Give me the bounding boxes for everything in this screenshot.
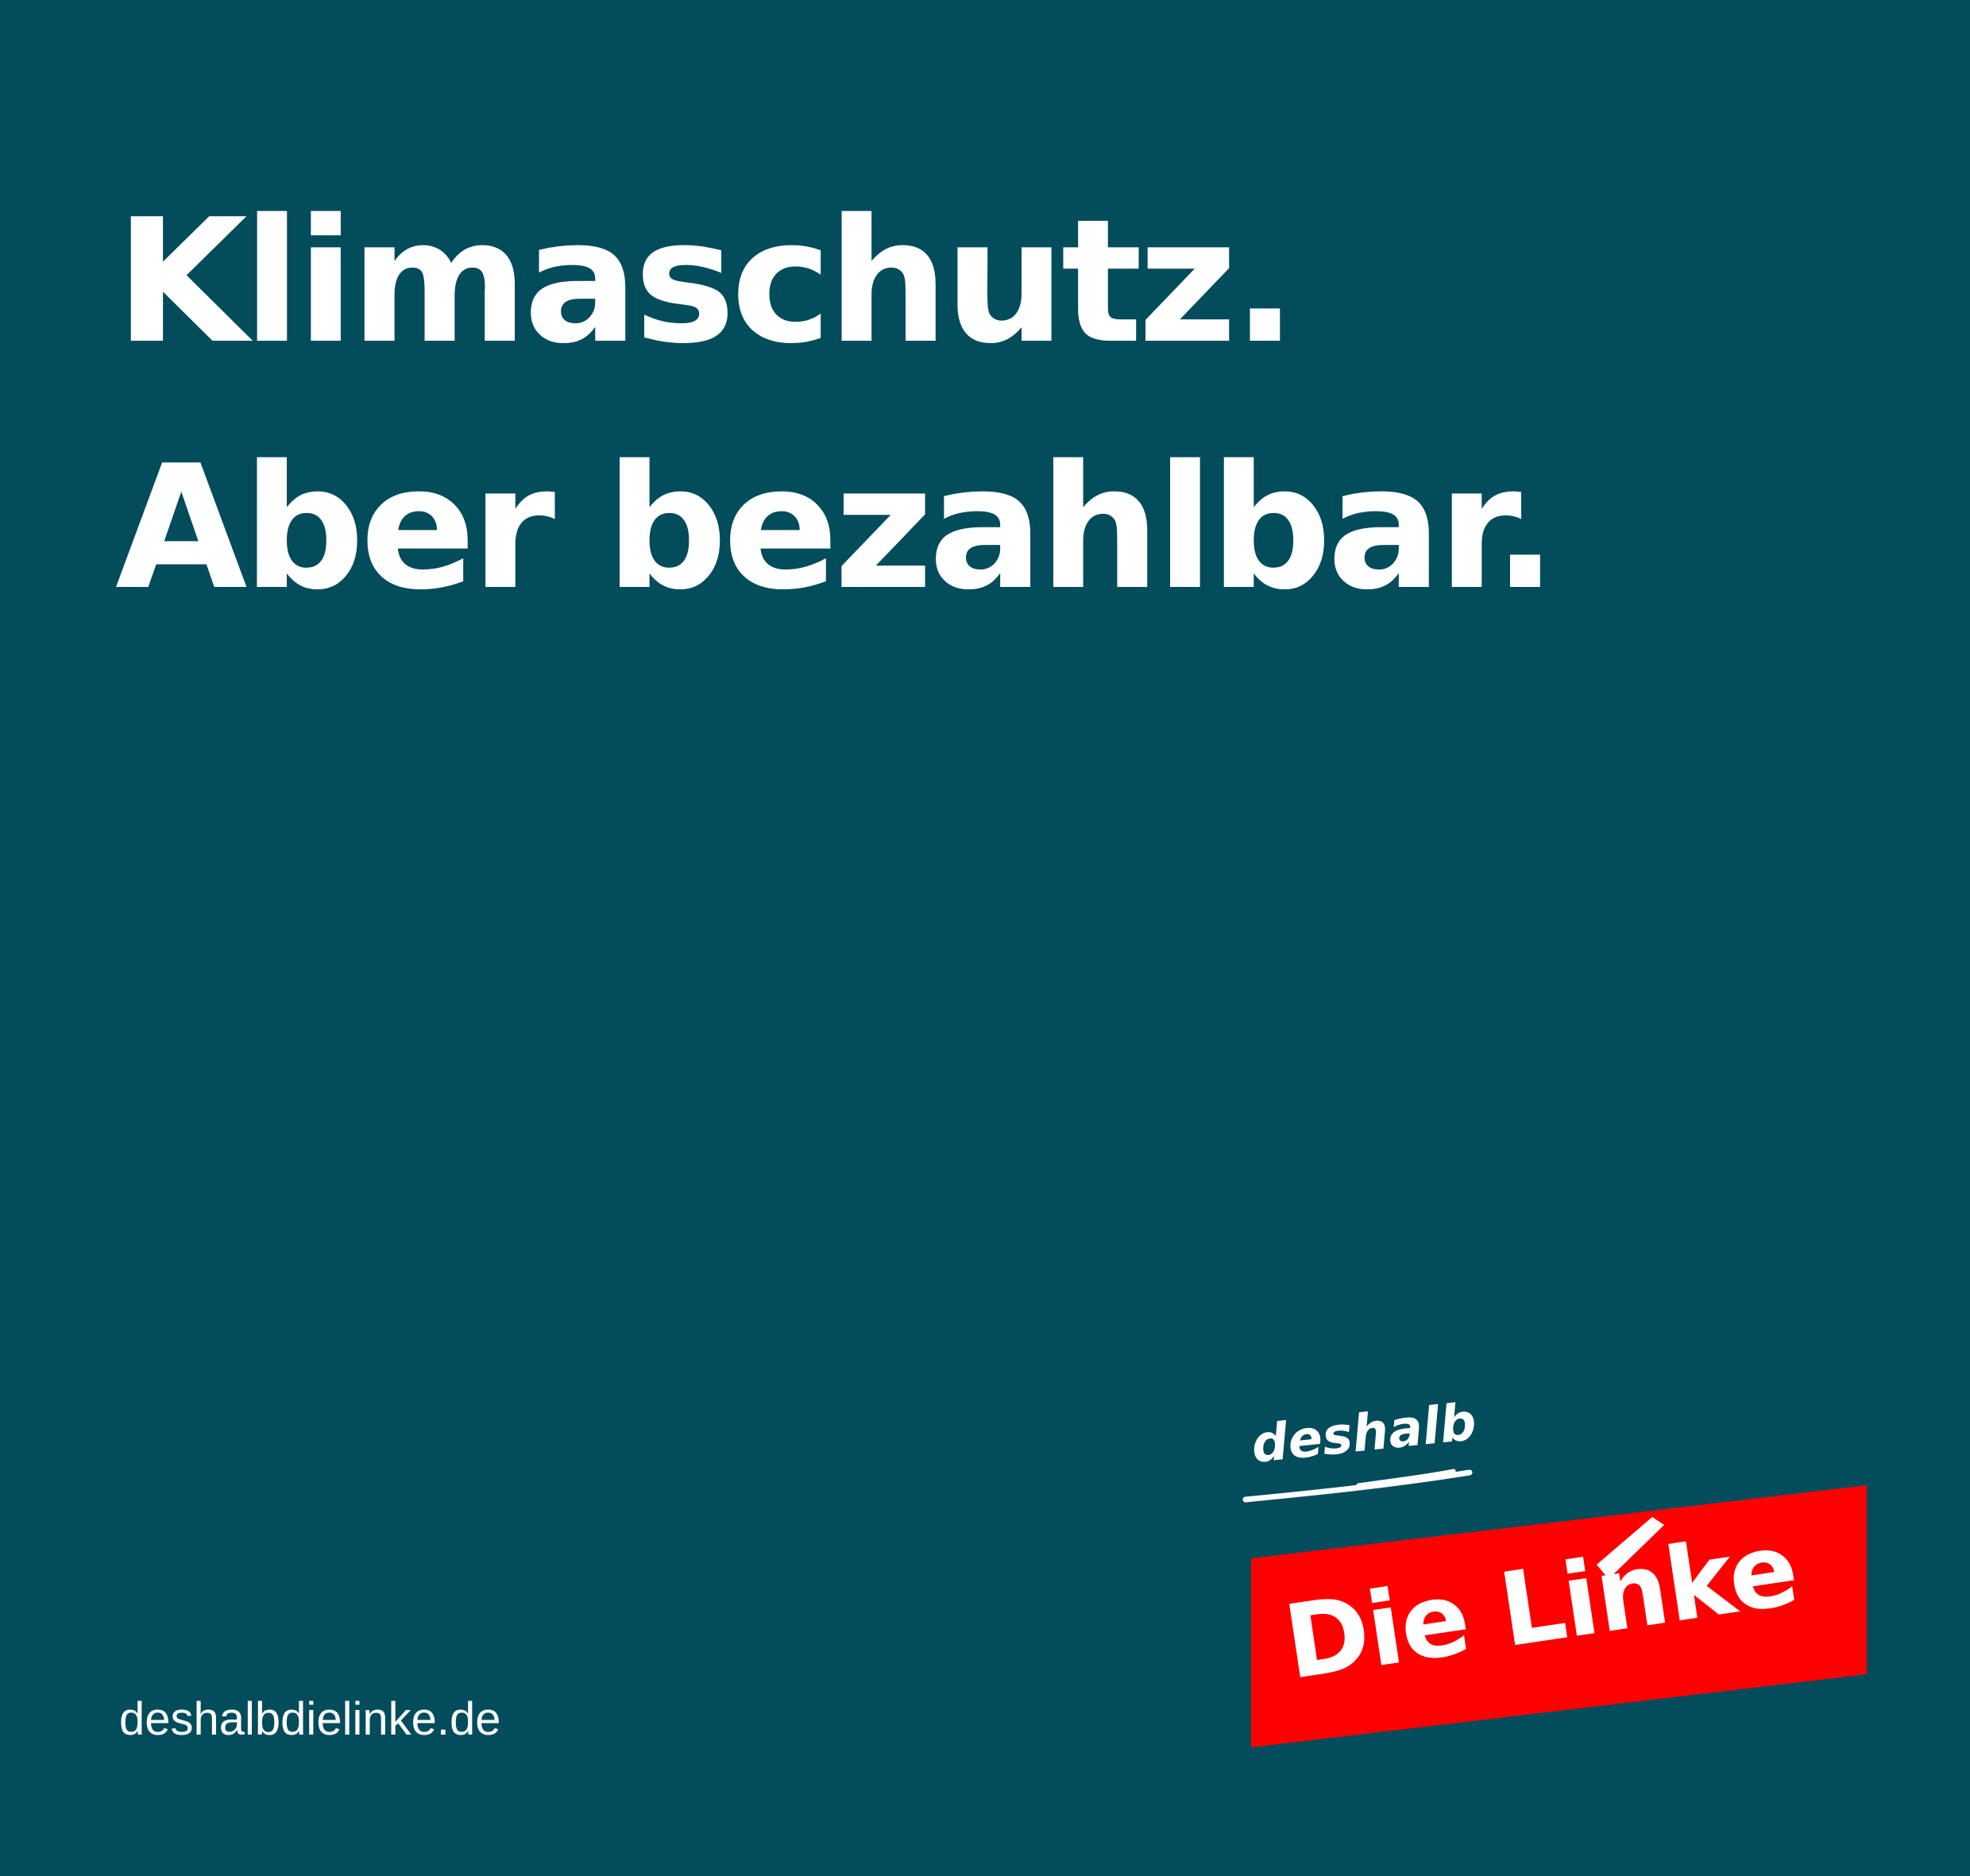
headline-line-1: Klimaschutz. bbox=[115, 182, 1297, 381]
die-linke-logo: deshalb Die Linke bbox=[1239, 1393, 1867, 1747]
website-url: deshalbdielinke.de bbox=[119, 1693, 501, 1745]
campaign-poster: Klimaschutz. Aber bezahlbar. deshalbdiel… bbox=[0, 0, 1970, 1876]
headline-line-2: Aber bezahlbar. bbox=[115, 428, 1558, 627]
headline: Klimaschutz. Aber bezahlbar. bbox=[115, 159, 1558, 651]
